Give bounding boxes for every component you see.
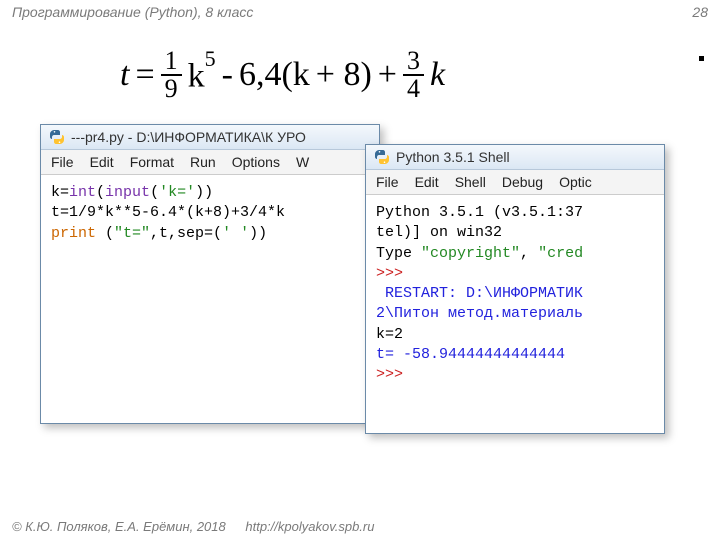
code-l1e: ( bbox=[150, 184, 159, 201]
menu-file[interactable]: File bbox=[51, 154, 74, 170]
editor-body[interactable]: k=int(input('k=')) t=1/9*k**5-6.4*(k+8)+… bbox=[41, 175, 379, 252]
menu-edit[interactable]: Edit bbox=[90, 154, 114, 170]
code-l1b: int bbox=[69, 184, 96, 201]
editor-titlebar: ---pr4.py - D:\ИНФОРМАТИКА\К УРО bbox=[41, 125, 379, 150]
shell-menu-shell[interactable]: Shell bbox=[455, 174, 486, 190]
frac1-num: 1 bbox=[161, 48, 182, 76]
frac2-den: 4 bbox=[403, 76, 424, 102]
shell-body[interactable]: Python 3.5.1 (v3.5.1:37 tel)] on win32 T… bbox=[366, 195, 664, 393]
shell-menu-optic[interactable]: Optic bbox=[559, 174, 592, 190]
code-l1d: input bbox=[105, 184, 150, 201]
sh-l2: tel)] on win32 bbox=[376, 224, 502, 241]
menu-w[interactable]: W bbox=[296, 154, 309, 170]
python-icon bbox=[374, 149, 390, 165]
code-l3e: ' ' bbox=[222, 225, 249, 242]
footer: © К.Ю. Поляков, Е.А. Ерёмин, 2018 http:/… bbox=[12, 519, 374, 534]
shell-menu-debug[interactable]: Debug bbox=[502, 174, 543, 190]
sh-l3b: "copyright" bbox=[421, 245, 520, 262]
fraction-1-9: 1 9 bbox=[161, 48, 182, 102]
frac1-den: 9 bbox=[161, 76, 182, 102]
formula-plus: + bbox=[378, 56, 397, 94]
formula-exp: 5 bbox=[205, 46, 216, 71]
code-l1g: )) bbox=[195, 184, 213, 201]
footer-copyright: © К.Ю. Поляков, Е.А. Ерёмин, 2018 bbox=[12, 519, 226, 534]
shell-menu-edit[interactable]: Edit bbox=[415, 174, 439, 190]
code-l3d: ,t,sep=( bbox=[150, 225, 222, 242]
code-l2: t=1/9*k**5-6.4*(k+8)+3/4*k bbox=[51, 204, 285, 221]
frac2-num: 3 bbox=[403, 48, 424, 76]
code-l3b: ( bbox=[96, 225, 114, 242]
editor-title-text: ---pr4.py - D:\ИНФОРМАТИКА\К УРО bbox=[71, 129, 306, 145]
shell-titlebar: Python 3.5.1 Shell bbox=[366, 145, 664, 170]
code-l1f: 'k=' bbox=[159, 184, 195, 201]
python-icon bbox=[49, 129, 65, 145]
sh-l9: >>> bbox=[376, 366, 403, 383]
formula-plus8: + 8) bbox=[316, 56, 372, 94]
sh-l3c: , bbox=[520, 245, 538, 262]
shell-menubar: File Edit Shell Debug Optic bbox=[366, 170, 664, 195]
sh-l7: k=2 bbox=[376, 326, 403, 343]
sh-l3d: "cred bbox=[538, 245, 583, 262]
sh-l4: >>> bbox=[376, 265, 403, 282]
editor-menubar: File Edit Format Run Options W bbox=[41, 150, 379, 175]
sh-l8: t= -58.94444444444444 bbox=[376, 346, 565, 363]
code-l1c: ( bbox=[96, 184, 105, 201]
formula-k: k bbox=[188, 58, 205, 95]
page-number: 28 bbox=[692, 4, 708, 20]
header-title: Программирование (Python), 8 класс bbox=[12, 4, 253, 20]
menu-run[interactable]: Run bbox=[190, 154, 216, 170]
shell-window: Python 3.5.1 Shell File Edit Shell Debug… bbox=[365, 144, 665, 434]
sh-l3a: Type bbox=[376, 245, 421, 262]
menu-options[interactable]: Options bbox=[232, 154, 280, 170]
code-l3f: )) bbox=[249, 225, 267, 242]
code-l1a: k= bbox=[51, 184, 69, 201]
formula-coef: 6,4(k bbox=[239, 56, 310, 94]
editor-window: ---pr4.py - D:\ИНФОРМАТИКА\К УРО File Ed… bbox=[40, 124, 380, 424]
fraction-3-4: 3 4 bbox=[403, 48, 424, 102]
fullstop-dot bbox=[699, 56, 704, 61]
formula-minus: - bbox=[222, 56, 233, 94]
footer-url: http://kpolyakov.spb.ru bbox=[245, 519, 374, 534]
formula-k2: k bbox=[430, 56, 445, 94]
shell-menu-file[interactable]: File bbox=[376, 174, 399, 190]
sh-l6: 2\Питон метод.материаль bbox=[376, 305, 583, 322]
formula-eq: = bbox=[135, 56, 154, 94]
shell-title-text: Python 3.5.1 Shell bbox=[396, 149, 510, 165]
code-l3c: "t=" bbox=[114, 225, 150, 242]
sh-l5: RESTART: D:\ИНФОРМАТИК bbox=[376, 285, 583, 302]
formula-t: t bbox=[120, 56, 129, 94]
sh-l1: Python 3.5.1 (v3.5.1:37 bbox=[376, 204, 583, 221]
math-formula: t = 1 9 k5 - 6,4(k + 8) + 3 4 k bbox=[120, 48, 720, 102]
menu-format[interactable]: Format bbox=[130, 154, 174, 170]
code-l3a: print bbox=[51, 225, 96, 242]
